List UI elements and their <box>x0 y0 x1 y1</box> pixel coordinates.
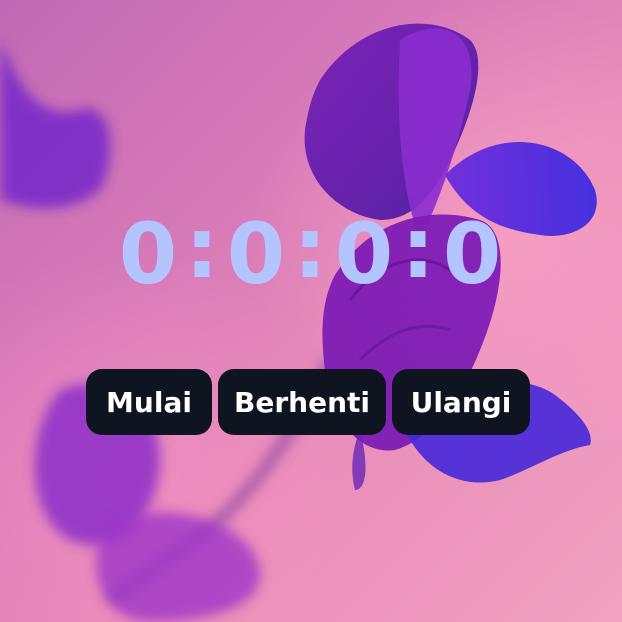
reset-button[interactable]: Ulangi <box>392 369 530 435</box>
timer-hours: 0 <box>118 205 180 303</box>
stop-button[interactable]: Berhenti <box>218 369 386 435</box>
timer-separator: : <box>293 199 329 297</box>
timer-separator: : <box>185 199 221 297</box>
controls: Mulai Berhenti Ulangi <box>86 369 530 435</box>
timer-centiseconds: 0 <box>442 205 504 303</box>
timer-minutes: 0 <box>226 205 288 303</box>
flower-background <box>0 0 622 622</box>
flower-illustration <box>0 23 597 622</box>
stopwatch-display: 0:0:0:0 <box>0 199 622 304</box>
start-button[interactable]: Mulai <box>86 369 212 435</box>
timer-separator: : <box>401 199 437 297</box>
timer-seconds: 0 <box>334 205 396 303</box>
